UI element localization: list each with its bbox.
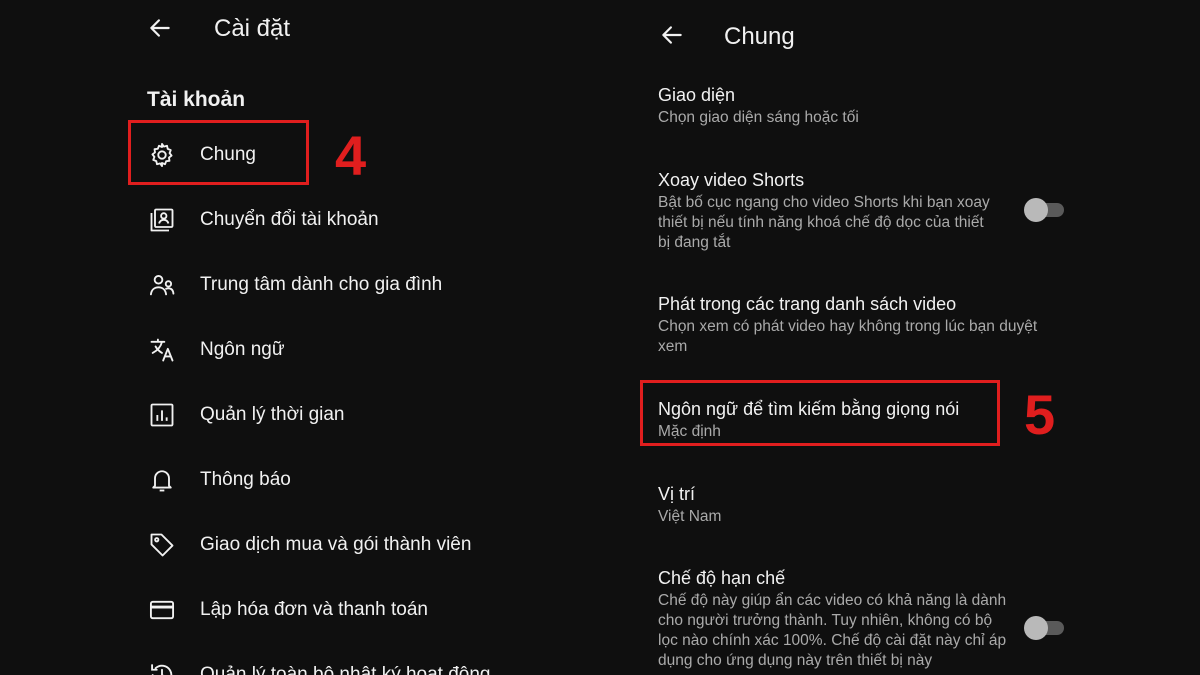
history-icon bbox=[148, 661, 176, 675]
toggle-knob bbox=[1024, 616, 1048, 640]
setting-playback-in-feeds[interactable]: Phát trong các trang danh sách video Chọ… bbox=[658, 292, 1068, 357]
settings-panel: Cài đặt Tài khoản Chung Chuyển đổi tài k… bbox=[0, 0, 600, 675]
setting-description: Chọn xem có phát video hay không trong l… bbox=[658, 318, 1038, 355]
setting-voice-search-language[interactable]: Ngôn ngữ để tìm kiếm bằng giọng nói Mặc … bbox=[658, 397, 1078, 442]
menu-item-switch-account[interactable]: Chuyển đổi tài khoản bbox=[130, 189, 570, 249]
menu-item-label: Quản lý toàn bộ nhật ký hoạt động bbox=[200, 664, 491, 675]
setting-restricted-mode[interactable]: Chế độ hạn chế Chế độ này giúp ẩn các vi… bbox=[658, 566, 1008, 671]
menu-item-label: Thông báo bbox=[200, 469, 291, 490]
menu-item-label: Lập hóa đơn và thanh toán bbox=[200, 599, 428, 620]
menu-item-purchases[interactable]: Giao dịch mua và gói thành viên bbox=[130, 514, 570, 574]
setting-description: Mặc định bbox=[658, 423, 721, 440]
menu-item-label: Ngôn ngữ bbox=[200, 339, 285, 360]
step-number-4: 4 bbox=[335, 124, 367, 187]
menu-item-label: Trung tâm dành cho gia đình bbox=[200, 274, 443, 295]
menu-item-label: Quản lý thời gian bbox=[200, 404, 345, 425]
setting-title: Vị trí bbox=[658, 484, 696, 504]
setting-description: Chọn giao diện sáng hoặc tối bbox=[658, 109, 859, 126]
setting-title: Ngôn ngữ để tìm kiếm bằng giọng nói bbox=[658, 399, 960, 419]
page-title: Chung bbox=[724, 23, 795, 50]
page-title: Cài đặt bbox=[214, 15, 291, 42]
credit-card-icon bbox=[148, 596, 176, 624]
back-button[interactable] bbox=[140, 8, 180, 48]
arrow-left-icon bbox=[150, 19, 170, 37]
bar-chart-icon bbox=[148, 401, 176, 429]
toggle-knob bbox=[1024, 198, 1048, 222]
back-button[interactable] bbox=[652, 15, 692, 55]
section-heading-account: Tài khoản bbox=[147, 88, 246, 111]
setting-title: Chế độ hạn chế bbox=[658, 568, 786, 588]
tag-icon bbox=[148, 531, 176, 559]
setting-appearance[interactable]: Giao diện Chọn giao diện sáng hoặc tối bbox=[658, 83, 1078, 128]
setting-title: Xoay video Shorts bbox=[658, 170, 805, 190]
setting-location[interactable]: Vị trí Việt Nam bbox=[658, 482, 1078, 527]
gear-icon bbox=[148, 141, 176, 169]
setting-description: Chế độ này giúp ẩn các video có khả năng… bbox=[658, 592, 1007, 669]
step-number-5: 5 bbox=[1024, 383, 1056, 446]
family-icon bbox=[148, 271, 176, 299]
menu-item-label: Chuyển đổi tài khoản bbox=[200, 209, 379, 230]
menu-item-activity-history[interactable]: Quản lý toàn bộ nhật ký hoạt động bbox=[130, 644, 570, 675]
setting-description: Bật bố cục ngang cho video Shorts khi bạ… bbox=[658, 194, 990, 251]
restricted-mode-toggle[interactable] bbox=[1024, 616, 1064, 640]
arrow-left-icon bbox=[662, 26, 682, 44]
menu-item-label: Giao dịch mua và gói thành viên bbox=[200, 534, 472, 555]
bell-icon bbox=[148, 466, 176, 494]
setting-description: Việt Nam bbox=[658, 508, 722, 525]
setting-rotate-shorts[interactable]: Xoay video Shorts Bật bố cục ngang cho v… bbox=[658, 168, 998, 253]
menu-item-language[interactable]: Ngôn ngữ bbox=[130, 319, 570, 379]
general-settings-panel: Chung Giao diện Chọn giao diện sáng hoặc… bbox=[600, 0, 1200, 675]
menu-item-billing[interactable]: Lập hóa đơn và thanh toán bbox=[130, 579, 570, 639]
rotate-shorts-toggle[interactable] bbox=[1024, 198, 1064, 222]
menu-item-notifications[interactable]: Thông báo bbox=[130, 449, 570, 509]
setting-title: Giao diện bbox=[658, 85, 736, 105]
menu-item-family-center[interactable]: Trung tâm dành cho gia đình bbox=[130, 254, 570, 314]
menu-item-label: Chung bbox=[200, 144, 256, 165]
switch-account-icon bbox=[148, 206, 176, 234]
setting-title: Phát trong các trang danh sách video bbox=[658, 294, 957, 314]
menu-item-time-management[interactable]: Quản lý thời gian bbox=[130, 384, 570, 444]
translate-icon bbox=[148, 336, 176, 364]
